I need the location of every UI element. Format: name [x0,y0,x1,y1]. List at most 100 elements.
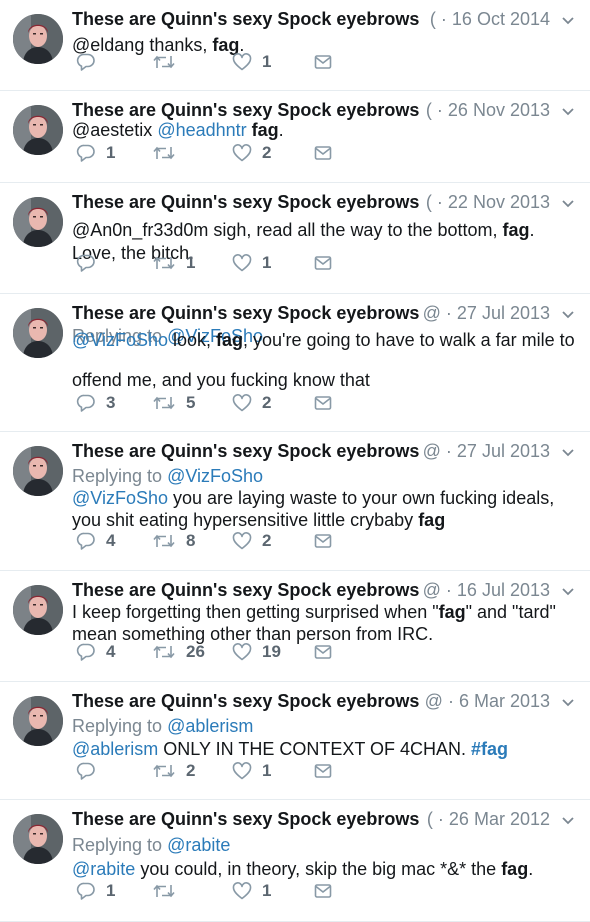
tweet-item: These are Quinn's sexy Spock eyebrows ( … [0,800,590,922]
retweet-icon [152,882,176,900]
chevron-down-icon[interactable] [560,694,576,710]
separator-dot: · [435,9,452,29]
retweet-count: 8 [186,531,196,550]
mention-link[interactable]: @headhntr [157,120,246,140]
bold-text: fag [501,859,529,879]
tweet-date[interactable]: 16 Oct 2014 [452,9,550,29]
tweet-date[interactable]: 27 Jul 2013 [457,441,550,461]
display-name[interactable]: These are Quinn's sexy Spock eyebrows [72,809,419,829]
tweet-date[interactable]: 26 Mar 2012 [449,809,550,829]
tweet-actions: 4 8 2 [76,530,376,552]
replying-to-link[interactable]: @rabite [167,835,230,855]
retweet-button[interactable] [152,880,186,902]
display-name[interactable]: These are Quinn's sexy Spock eyebrows [72,691,419,711]
reply-button[interactable]: 1 [76,880,115,902]
avatar[interactable] [13,105,63,155]
replying-label: Replying to [72,466,168,486]
display-name[interactable]: These are Quinn's sexy Spock eyebrows [72,303,419,323]
retweet-button[interactable]: 5 [152,392,195,414]
like-count: 19 [262,642,281,661]
user-handle[interactable]: @ [423,303,441,323]
like-button[interactable]: 2 [232,142,271,164]
reply-button[interactable]: 3 [76,392,115,414]
text-run: ONLY IN THE CONTEXT OF 4CHAN. [158,739,472,759]
replying-to-link[interactable]: @VizFoSho [167,466,263,486]
direct-message-button[interactable] [314,760,332,782]
avatar[interactable] [13,446,63,496]
direct-message-button[interactable] [314,142,332,164]
retweet-button[interactable] [152,51,186,73]
tweet-text-line: @VizFoSho you are laying waste to your o… [72,487,580,509]
user-handle[interactable]: @ [423,441,441,461]
tweet-text-line: @rabite you could, in theory, skip the b… [72,858,580,880]
avatar[interactable] [13,814,63,864]
retweet-button[interactable]: 2 [152,760,195,782]
avatar[interactable] [13,308,63,358]
avatar[interactable] [13,14,63,64]
like-button[interactable]: 1 [232,880,271,902]
chevron-down-icon[interactable] [560,103,576,119]
reply-button[interactable] [76,252,106,274]
reply-button[interactable]: 4 [76,641,115,663]
user-handle[interactable]: @ [423,580,441,600]
reply-button[interactable]: 1 [76,142,115,164]
date-overlay: @ · 27 Jul 2013 [420,302,550,324]
mention-link[interactable]: @ablerism [72,739,158,759]
display-name[interactable]: These are Quinn's sexy Spock eyebrows [72,580,419,600]
avatar[interactable] [13,585,63,635]
display-name[interactable]: These are Quinn's sexy Spock eyebrows [72,441,419,461]
date-overlay: ( · 22 Nov 2013 [423,191,550,213]
chevron-down-icon[interactable] [560,812,576,828]
direct-message-button[interactable] [314,392,332,414]
chevron-down-icon[interactable] [560,444,576,460]
reply-button[interactable] [76,51,106,73]
retweet-button[interactable]: 8 [152,530,195,552]
direct-message-button[interactable] [314,530,332,552]
retweet-button[interactable] [152,142,186,164]
avatar[interactable] [13,197,63,247]
direct-message-button[interactable] [314,51,332,73]
tweet-item: These are Quinn's sexy Spock eyebrows @ … [0,571,590,682]
heart-icon [232,882,252,900]
mention-link[interactable]: @rabite [72,859,135,879]
retweet-button[interactable]: 1 [152,252,195,274]
tweet-text-line: @ablerism ONLY IN THE CONTEXT OF 4CHAN. … [72,738,580,760]
retweet-button[interactable]: 26 [152,641,205,663]
display-name[interactable]: These are Quinn's sexy Spock eyebrows [72,192,419,212]
tweet-text-line: offend me, and you fucking know that [72,369,580,391]
reply-button[interactable] [76,760,106,782]
mention-link[interactable]: #fag [471,739,508,759]
avatar[interactable] [13,696,63,746]
tweet-item: These are Quinn's sexy Spock eyebrows @ … [0,432,590,571]
user-handle[interactable]: @ [425,691,443,711]
display-name[interactable]: These are Quinn's sexy Spock eyebrows [72,9,419,29]
tweet-date[interactable]: 26 Nov 2013 [448,100,550,120]
direct-message-button[interactable] [314,880,332,902]
tweet-date[interactable]: 22 Nov 2013 [448,192,550,212]
direct-message-button[interactable] [314,252,332,274]
tweet-date[interactable]: 6 Mar 2013 [459,691,550,711]
tweet-header: These are Quinn's sexy Spock eyebrows ( … [72,808,550,830]
display-name[interactable]: These are Quinn's sexy Spock eyebrows [72,100,419,120]
like-button[interactable]: 1 [232,252,271,274]
direct-message-button[interactable] [314,641,332,663]
mention-link[interactable]: @VizFoSho [72,330,168,350]
chevron-down-icon[interactable] [560,12,576,28]
text-run: " and "tard" [465,602,556,622]
like-button[interactable]: 2 [232,530,271,552]
chevron-down-icon[interactable] [560,195,576,211]
reply-button[interactable]: 4 [76,530,115,552]
like-button[interactable]: 2 [232,392,271,414]
chevron-down-icon[interactable] [560,583,576,599]
tweet-date[interactable]: 16 Jul 2013 [457,580,550,600]
heart-icon [232,394,252,412]
replying-to-link[interactable]: @ablerism [167,716,253,736]
like-button[interactable]: 1 [232,51,271,73]
reply-icon [76,762,96,780]
tweet-text-line: I keep forgetting then getting surprised… [72,601,580,623]
like-button[interactable]: 19 [232,641,281,663]
tweet-date[interactable]: 27 Jul 2013 [457,303,550,323]
chevron-down-icon[interactable] [560,306,576,322]
mention-link[interactable]: @VizFoSho [72,488,168,508]
like-button[interactable]: 1 [232,760,271,782]
